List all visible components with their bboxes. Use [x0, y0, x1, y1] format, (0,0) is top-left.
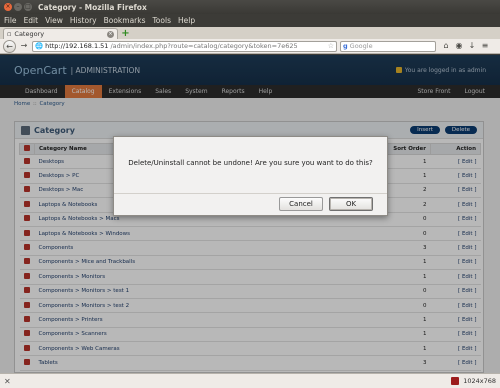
- menu-history[interactable]: History: [70, 16, 97, 25]
- url-host: http://192.168.1.51: [45, 42, 109, 50]
- download-icon[interactable]: ↓: [467, 41, 477, 51]
- window-title: Category - Mozilla Firefox: [38, 2, 147, 12]
- home-icon[interactable]: ⌂: [441, 41, 451, 51]
- menu-tools[interactable]: Tools: [153, 16, 171, 25]
- toolbar-icons: ⌂ ◉ ↓ ≡: [441, 41, 490, 51]
- search-placeholder: Google: [349, 42, 373, 50]
- site-identity-icon[interactable]: 🌐: [35, 42, 43, 50]
- menu-icon[interactable]: ≡: [480, 41, 490, 51]
- menu-help[interactable]: Help: [178, 16, 195, 25]
- back-arrow-icon[interactable]: ←: [3, 39, 16, 53]
- close-status-icon[interactable]: ✕: [4, 377, 11, 386]
- dialog-divider: [114, 193, 387, 194]
- url-bar[interactable]: 🌐 http://192.168.1.51/admin/index.php?ro…: [32, 40, 337, 52]
- window-controls: × – □: [4, 3, 32, 11]
- url-path: /admin/index.php?route=catalog/category&…: [110, 42, 298, 50]
- new-tab-plus-icon[interactable]: +: [120, 29, 131, 39]
- tab-bar: ▫ Category × +: [0, 27, 500, 39]
- status-right: 1024x768: [451, 377, 496, 385]
- maximize-window-button[interactable]: □: [24, 3, 32, 11]
- confirm-dialog: Delete/Uninstall cannot be undone! Are y…: [113, 136, 388, 216]
- tab-label: Category: [14, 30, 45, 38]
- dialog-message: Delete/Uninstall cannot be undone! Are y…: [128, 159, 373, 167]
- window-titlebar: × – □ Category - Mozilla Firefox: [0, 0, 500, 14]
- status-bar: ✕ 1024x768: [0, 373, 500, 388]
- page-icon: ▫: [7, 30, 12, 38]
- cancel-button[interactable]: Cancel: [279, 197, 323, 211]
- ok-button[interactable]: OK: [329, 197, 373, 211]
- resolution-text: 1024x768: [463, 377, 496, 385]
- close-window-button[interactable]: ×: [4, 3, 12, 11]
- navigation-bar: ← → 🌐 http://192.168.1.51/admin/index.ph…: [0, 39, 500, 54]
- forward-arrow-icon[interactable]: →: [19, 41, 29, 51]
- bookmark-star-icon[interactable]: ☆: [328, 42, 334, 50]
- menu-file[interactable]: File: [4, 16, 17, 25]
- menubar: File Edit View History Bookmarks Tools H…: [0, 14, 500, 27]
- menu-view[interactable]: View: [45, 16, 63, 25]
- addon-icon[interactable]: ◉: [454, 41, 464, 51]
- menu-bookmarks[interactable]: Bookmarks: [104, 16, 146, 25]
- tab-close-icon[interactable]: ×: [107, 30, 114, 38]
- minimize-window-button[interactable]: –: [14, 3, 22, 11]
- google-g-icon: g: [343, 42, 348, 50]
- screen-resolution-icon: [451, 377, 460, 385]
- search-bar[interactable]: g Google: [340, 40, 436, 52]
- tab-category[interactable]: ▫ Category ×: [3, 28, 118, 39]
- menu-edit[interactable]: Edit: [24, 16, 39, 25]
